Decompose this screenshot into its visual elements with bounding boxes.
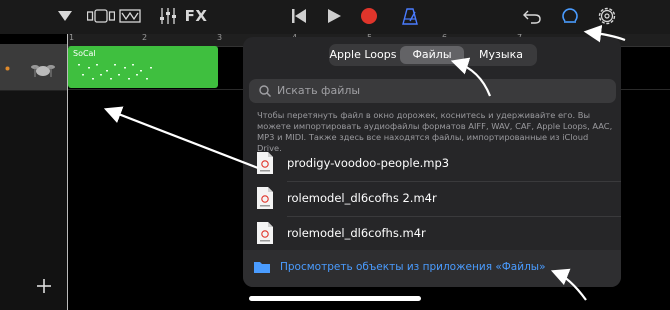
record-icon: [361, 8, 377, 24]
metronome-icon: [402, 8, 418, 25]
source-segmented-control: Apple Loops Файлы Музыка: [329, 44, 537, 66]
region-pattern: [78, 64, 152, 80]
file-name: rolemodel_dl6cofhs.m4r: [287, 226, 426, 240]
folder-icon: [254, 262, 270, 273]
ruler-mark: 1: [69, 33, 75, 42]
track-view-icon: [87, 9, 115, 23]
file-name: prodigy-voodoo-people.mp3: [287, 156, 450, 170]
file-name: rolemodel_dl6cofhs 2.m4r: [287, 191, 437, 205]
tab-apple-loops[interactable]: Apple Loops: [329, 44, 397, 66]
audio-file-icon: [257, 187, 273, 209]
play-button[interactable]: [322, 4, 346, 28]
search-icon: [259, 85, 271, 97]
track-status-dot: [5, 66, 10, 71]
file-item[interactable]: rolemodel_dl6cofhs 2.m4r: [243, 182, 621, 216]
record-button[interactable]: [357, 4, 381, 28]
track-header[interactable]: [0, 44, 67, 91]
home-indicator: [249, 296, 421, 301]
search-field[interactable]: Искать файлы: [249, 79, 616, 103]
fx-button[interactable]: FX: [184, 4, 208, 28]
track-header-area: [0, 91, 67, 310]
file-item[interactable]: prodigy-voodoo-people.mp3: [243, 147, 621, 181]
file-item[interactable]: rolemodel_dl6cofhs.m4r: [243, 217, 621, 251]
settings-button[interactable]: [594, 4, 620, 28]
sliders-icon: [160, 8, 176, 24]
toolbar: FX: [0, 0, 670, 34]
play-icon: [328, 9, 341, 23]
drum-kit-icon: [31, 65, 55, 77]
tracks-menu-button[interactable]: [52, 4, 78, 28]
loop-browser-button[interactable]: [557, 4, 583, 28]
region-name: SoCal: [73, 49, 96, 58]
add-track-button[interactable]: [36, 274, 52, 298]
browse-files-app-button[interactable]: Просмотреть объекты из приложения «Файлы…: [243, 250, 621, 287]
loop-icon: [562, 8, 578, 23]
audio-file-icon: [257, 222, 273, 244]
mixer-icon: [119, 9, 141, 23]
search-placeholder: Искать файлы: [277, 84, 361, 97]
undo-icon: [523, 10, 541, 24]
gear-icon: [598, 7, 616, 25]
track-view-button[interactable]: [86, 4, 116, 28]
tab-music[interactable]: Музыка: [467, 44, 535, 66]
drummer-region[interactable]: SoCal: [68, 46, 218, 88]
skip-back-icon: [292, 9, 306, 23]
browse-files-label: Просмотреть объекты из приложения «Файлы…: [280, 261, 546, 273]
ruler-mark: 2: [142, 33, 148, 42]
plus-icon: [37, 279, 51, 293]
mixer-view-button[interactable]: [118, 4, 142, 28]
playhead[interactable]: [67, 34, 68, 310]
metronome-button[interactable]: [398, 4, 422, 28]
tab-files[interactable]: Файлы: [400, 46, 464, 64]
loop-browser-popover: Apple Loops Файлы Музыка Искать файлы Чт…: [243, 37, 621, 287]
audio-file-icon: [257, 152, 273, 174]
controls-button[interactable]: [156, 4, 180, 28]
go-to-start-button[interactable]: [287, 4, 311, 28]
ruler-mark: 3: [217, 33, 223, 42]
triangle-down-icon: [58, 11, 72, 21]
undo-button[interactable]: [520, 4, 544, 28]
